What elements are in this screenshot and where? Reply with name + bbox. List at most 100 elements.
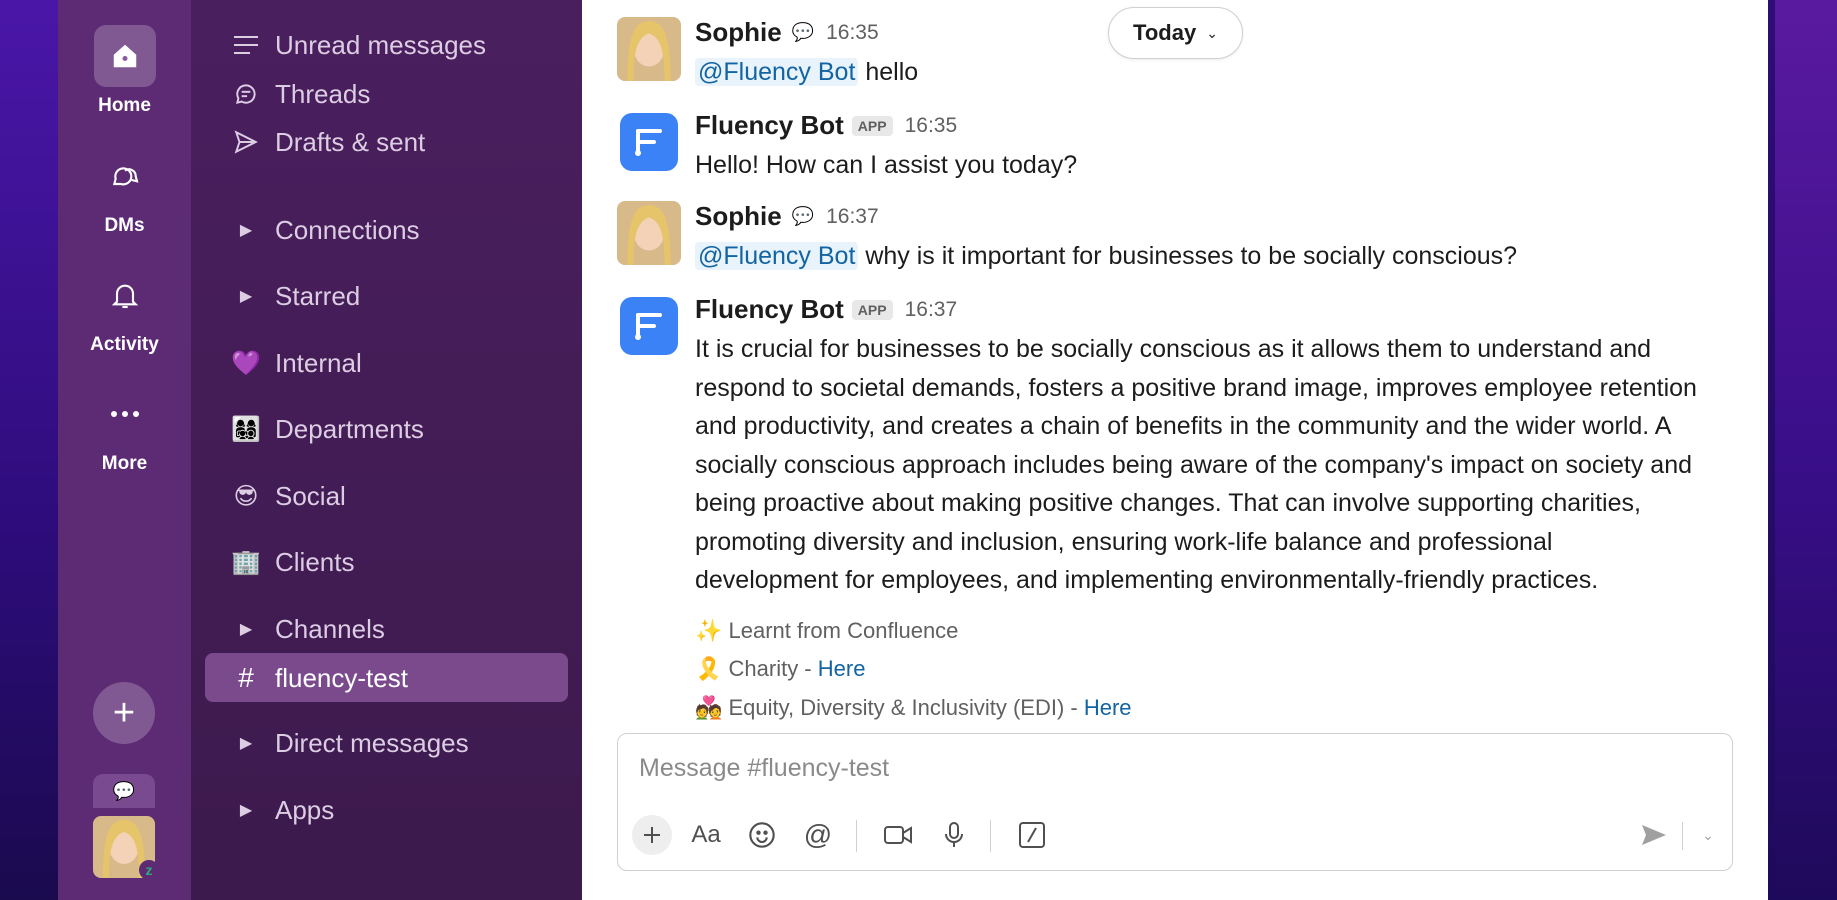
timestamp[interactable]: 16:35: [826, 21, 879, 45]
bot-avatar[interactable]: [617, 110, 681, 174]
caret-right-icon: ▶: [239, 288, 253, 305]
message-body: It is crucial for businesses to be socia…: [695, 330, 1725, 727]
sidebar-item-label: Starred: [275, 280, 361, 311]
message-body: Hello! How can I assist you today?: [695, 151, 1078, 179]
sidebar-item-fluency-test[interactable]: # fluency-test: [227, 658, 408, 698]
formatting-icon[interactable]: Aa: [686, 815, 726, 855]
workspace-rail: Home DMs Activity More + 💬 z: [58, 0, 191, 900]
source-edi-label: 💑 Equity, Diversity & Inclusivity (EDI) …: [695, 694, 1084, 720]
dms-icon: [94, 145, 156, 207]
timestamp[interactable]: 16:35: [905, 114, 958, 138]
rail-label-activity: Activity: [90, 334, 159, 355]
rail-activity[interactable]: Activity: [58, 264, 191, 356]
sidebar-item-clients[interactable]: 🏢 Clients: [227, 542, 354, 582]
channel-sidebar: Unread messages Threads Drafts & sent ▶ …: [191, 0, 582, 900]
send-icon: [227, 129, 265, 155]
rail-more[interactable]: More: [58, 383, 191, 475]
sidebar-section-connections[interactable]: ▶ Connections: [227, 210, 420, 250]
sidebar-item-threads[interactable]: Threads: [227, 74, 370, 114]
home-icon: [93, 25, 156, 87]
sidebar-item-label: Clients: [275, 546, 355, 577]
sidebar-item-label: Unread messages: [275, 29, 486, 60]
source-edi: 💑 Equity, Diversity & Inclusivity (EDI) …: [695, 689, 1725, 728]
microphone-icon[interactable]: [934, 815, 974, 855]
author-name[interactable]: Fluency Bot: [695, 110, 844, 141]
sidebar-item-drafts[interactable]: Drafts & sent: [227, 122, 425, 162]
source-charity: 🎗️ Charity - Here: [695, 650, 1725, 689]
bell-icon: [94, 264, 156, 326]
timestamp[interactable]: 16:37: [905, 298, 958, 322]
sidebar-item-label: Threads: [275, 78, 371, 109]
sidebar-section-direct-messages[interactable]: ▶ Direct messages: [227, 723, 469, 763]
author-name[interactable]: Fluency Bot: [695, 294, 844, 325]
timestamp[interactable]: 16:37: [826, 205, 879, 229]
message-line: socially conscious approach includes bei…: [695, 450, 1692, 479]
edi-link[interactable]: Here: [1084, 695, 1132, 720]
sidebar-item-label: Internal: [275, 347, 362, 378]
message-line: respond to societal demands, fosters a p…: [695, 373, 1697, 402]
message-item: Sophie 💬 16:37 @Fluency Bot why is it im…: [617, 201, 1737, 271]
source-charity-label: 🎗️ Charity -: [695, 656, 818, 681]
mention[interactable]: @Fluency Bot: [695, 242, 859, 270]
sidebar-section-starred[interactable]: ▶ Starred: [227, 276, 360, 316]
mention[interactable]: @Fluency Bot: [695, 58, 859, 86]
send-button[interactable]: [1634, 815, 1674, 855]
app-badge: APP: [851, 115, 893, 136]
message-line: and productivity, and creates a chain of…: [695, 412, 1672, 440]
rail-label-more: More: [101, 453, 148, 474]
date-divider-button[interactable]: Today ⌄: [1108, 7, 1243, 59]
chevron-down-icon[interactable]: ⌄: [1688, 815, 1728, 855]
speech-bubble-icon: 💬: [93, 774, 155, 808]
sidebar-item-label: Direct messages: [275, 727, 469, 758]
message-composer[interactable]: Message #fluency-test Aa @ ⌄: [617, 733, 1733, 871]
attach-button[interactable]: [632, 815, 672, 855]
message-text: why is it important for businesses to be…: [865, 242, 1518, 270]
mention-icon[interactable]: @: [798, 815, 838, 855]
sidebar-section-apps[interactable]: ▶ Apps: [227, 790, 334, 830]
message-header: Fluency Bot APP 16:37: [695, 294, 957, 325]
caret-right-icon: ▶: [239, 621, 253, 638]
rail-dms[interactable]: DMs: [58, 145, 191, 237]
message-header: Sophie 💬 16:37: [695, 201, 879, 232]
sidebar-item-internal[interactable]: 💜 Internal: [227, 343, 362, 383]
charity-link[interactable]: Here: [818, 656, 866, 681]
bot-avatar[interactable]: [617, 294, 681, 358]
chevron-down-icon: ⌄: [1206, 24, 1218, 41]
sidebar-item-unread[interactable]: Unread messages: [227, 25, 486, 65]
sidebar-item-departments[interactable]: 👩‍👩‍👧‍👦 Departments: [227, 409, 424, 449]
caret-right-icon: ▶: [239, 802, 253, 819]
sidebar-item-label: Drafts & sent: [275, 126, 426, 157]
avatar[interactable]: [617, 17, 681, 81]
rail-label-home: Home: [98, 95, 151, 116]
video-icon[interactable]: [878, 815, 918, 855]
slash-command-icon[interactable]: [1012, 815, 1052, 855]
message-line: development for employees, and implement…: [695, 566, 1599, 594]
sidebar-section-channels[interactable]: ▶ Channels: [227, 609, 385, 649]
threads-icon: [227, 81, 265, 107]
sunglasses-icon: 😎: [233, 482, 259, 510]
app-badge: APP: [851, 299, 893, 320]
emoji-icon[interactable]: [742, 815, 782, 855]
divider: [990, 820, 991, 852]
rail-home[interactable]: Home: [58, 25, 191, 117]
message-body: @Fluency Bot why is it important for bus…: [695, 237, 1725, 276]
source-learnt: ✨ Learnt from Confluence: [695, 617, 959, 643]
building-icon: 🏢: [231, 548, 261, 576]
message-pane: Sophie 💬 16:35 @Fluency Bot hello Fluenc…: [582, 0, 1768, 900]
status-icon: z: [139, 860, 159, 880]
speech-bubble-icon: 💬: [791, 22, 815, 42]
desktop-background-right: [1775, 0, 1837, 900]
caret-right-icon: ▶: [239, 735, 253, 752]
sidebar-item-social[interactable]: 😎 Social: [227, 476, 345, 516]
author-name[interactable]: Sophie: [695, 17, 782, 48]
user-avatar-button[interactable]: 💬 z: [93, 774, 159, 880]
author-name[interactable]: Sophie: [695, 201, 782, 232]
message-input-placeholder[interactable]: Message #fluency-test: [639, 754, 889, 783]
message-text: hello: [865, 58, 919, 86]
family-icon: 👩‍👩‍👧‍👦: [231, 415, 261, 443]
purple-heart-icon: 💜: [231, 349, 261, 377]
sidebar-item-label: Connections: [275, 214, 420, 245]
add-workspace-button[interactable]: +: [93, 682, 155, 744]
divider: [856, 820, 857, 852]
avatar[interactable]: [617, 201, 681, 265]
